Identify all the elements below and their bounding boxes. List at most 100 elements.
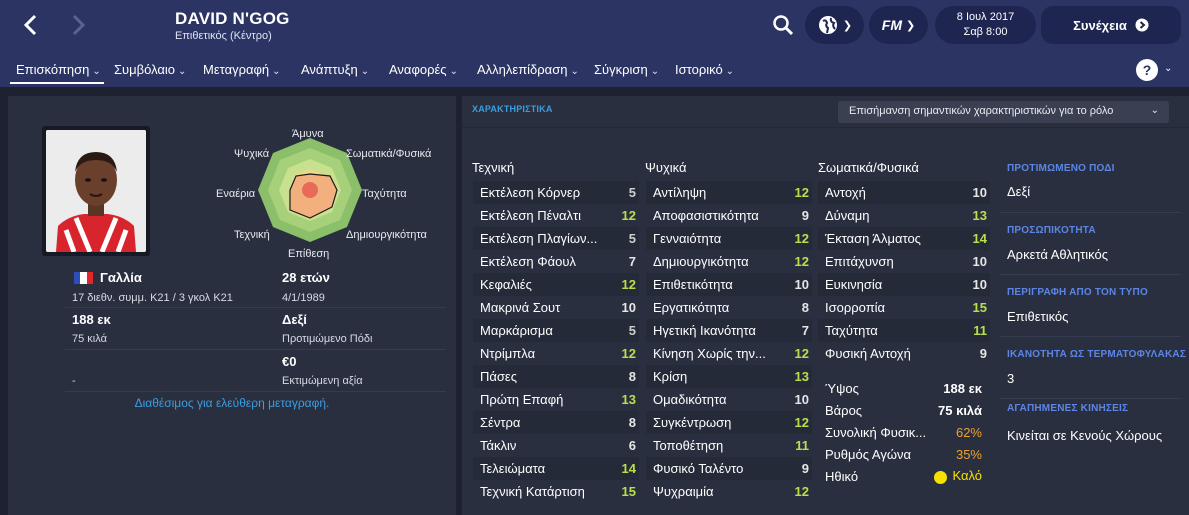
attribute-value: 8 <box>801 300 809 315</box>
divider <box>1000 336 1181 337</box>
attribute-value: 7 <box>628 254 636 269</box>
attribute-row[interactable]: Ηγετική Ικανότητα 7 <box>646 319 812 342</box>
age: 28 ετών <box>282 270 330 285</box>
radar-label-speed: Ταχύτητα <box>362 188 407 200</box>
tab-interaction[interactable]: Αλληλεπίδραση ⌄ <box>477 62 579 77</box>
extra-name: Ύψος <box>825 380 859 396</box>
tab-overview[interactable]: Επισκόπηση ⌄ <box>16 62 101 77</box>
back-button[interactable] <box>15 10 45 40</box>
extra-name: Ρυθμός Αγώνα <box>825 446 911 462</box>
attribute-row[interactable]: Τελειώματα 14 <box>473 457 639 480</box>
attribute-name: Κεφαλιές <box>480 277 532 292</box>
attribute-row[interactable]: Τοποθέτηση 11 <box>646 434 812 457</box>
attribute-row[interactable]: Εργατικότητα 8 <box>646 296 812 319</box>
attribute-row[interactable]: Κρίση 13 <box>646 365 812 388</box>
attribute-name: Μακρινά Σουτ <box>480 300 561 315</box>
tab-transfer[interactable]: Μεταγραφή ⌄ <box>203 62 281 77</box>
tab-history[interactable]: Ιστορικό ⌄ <box>675 62 734 77</box>
radar-label-defence: Άμυνα <box>292 128 324 140</box>
attribute-row[interactable]: Αποφασιστικότητα 9 <box>646 204 812 227</box>
physical-extra-row: Συνολική Φυσικ... 62% <box>818 421 990 443</box>
attribute-row[interactable]: Πάσες 8 <box>473 365 639 388</box>
international-record: 17 διεθν. συμμ. K21 / 3 γκολ K21 <box>72 292 233 304</box>
tab-contract[interactable]: Συμβόλαιο ⌄ <box>114 62 186 77</box>
date-display[interactable]: 8 Ιουλ 2017 Σαβ 8:00 <box>935 6 1036 44</box>
attribute-row[interactable]: Πρώτη Επαφή 13 <box>473 388 639 411</box>
attribute-name: Επιθετικότητα <box>653 277 733 292</box>
attribute-name: Συγκέντρωση <box>653 415 732 430</box>
attribute-name: Αντοχή <box>825 185 866 200</box>
attribute-row[interactable]: Αντοχή 10 <box>818 181 990 204</box>
physical-extra-row: Ρυθμός Αγώνα 35% <box>818 443 990 465</box>
attribute-row[interactable]: Σέντρα 8 <box>473 411 639 434</box>
attribute-value: 9 <box>801 208 809 223</box>
attribute-value: 12 <box>794 346 809 361</box>
attribute-row[interactable]: Δύναμη 13 <box>818 204 990 227</box>
chevron-down-icon: ⌄ <box>725 66 735 77</box>
attribute-row[interactable]: Αντίληψη 12 <box>646 181 812 204</box>
role-highlight-dropdown[interactable]: Επισήμανση σημαντικών χαρακτηριστικών γι… <box>838 101 1169 123</box>
attribute-value: 12 <box>621 346 636 361</box>
attribute-row[interactable]: Ντρίμπλα 12 <box>473 342 639 365</box>
attribute-row[interactable]: Κίνηση Χωρίς την... 12 <box>646 342 812 365</box>
tab-comparison[interactable]: Σύγκριση ⌄ <box>594 62 659 77</box>
attribute-row[interactable]: Εκτέλεση Πλαγίων... 5 <box>473 227 639 250</box>
technical-heading: Τεχνική <box>472 160 515 175</box>
active-tab-indicator <box>10 82 104 84</box>
attribute-row[interactable]: Επιθετικότητα 10 <box>646 273 812 296</box>
attribute-value: 10 <box>972 277 987 292</box>
attribute-name: Ψυχραιμία <box>653 484 714 499</box>
attribute-row[interactable]: Δημιουργικότητα 12 <box>646 250 812 273</box>
goalkeeping-heading: ΙΚΑΝΟΤΗΤΑ ΩΣ ΤΕΡΜΑΤΟΦΥΛΑΚΑΣ <box>1007 349 1187 360</box>
attribute-row[interactable]: Γενναιότητα 12 <box>646 227 812 250</box>
attribute-value: 9 <box>801 461 809 476</box>
forward-button[interactable] <box>64 10 94 40</box>
attribute-name: Φυσική Αντοχή <box>825 346 911 361</box>
attribute-name: Κρίση <box>653 369 688 384</box>
date-of-birth: 4/1/1989 <box>282 292 325 304</box>
attribute-row[interactable]: Κεφαλιές 12 <box>473 273 639 296</box>
attribute-row[interactable]: Φυσικό Ταλέντο 9 <box>646 457 812 480</box>
help-button[interactable]: ? <box>1136 59 1158 81</box>
attribute-row[interactable]: Ψυχραιμία 12 <box>646 480 812 503</box>
chevron-down-icon[interactable]: ⌄ <box>1164 63 1172 74</box>
nation[interactable]: Γαλλία <box>100 270 142 285</box>
search-button[interactable] <box>768 10 798 40</box>
fm-logo: FM <box>881 17 902 33</box>
physical-extra-row: Ύψος 188 εκ <box>818 377 990 399</box>
current-time: Σαβ 8:00 <box>963 26 1008 38</box>
continue-button[interactable]: Συνέχεια <box>1041 6 1181 44</box>
attribute-row[interactable]: Μακρινά Σουτ 10 <box>473 296 639 319</box>
continue-label: Συνέχεια <box>1073 17 1127 33</box>
tab-reports[interactable]: Αναφορές ⌄ <box>389 62 458 77</box>
morale-indicator: Καλό <box>934 468 982 484</box>
attribute-row[interactable]: Επιτάχυνση 10 <box>818 250 990 273</box>
chevron-right-icon <box>72 14 86 36</box>
attribute-row[interactable]: Ευκινησία 10 <box>818 273 990 296</box>
attribute-row[interactable]: Έκταση Άλματος 14 <box>818 227 990 250</box>
attribute-row[interactable]: Εκτέλεση Φάουλ 7 <box>473 250 639 273</box>
fm-menu-button[interactable]: FM ❯ <box>869 6 928 44</box>
attribute-row[interactable]: Ομαδικότητα 10 <box>646 388 812 411</box>
attribute-row[interactable]: Τάκλιν 6 <box>473 434 639 457</box>
attribute-row[interactable]: Τεχνική Κατάρτιση 15 <box>473 480 639 503</box>
radar-label-attack: Επίθεση <box>288 248 330 260</box>
world-menu-button[interactable]: ❯ <box>805 6 864 44</box>
attribute-value: 5 <box>628 231 636 246</box>
empty-value: - <box>72 375 76 387</box>
media-description-value: Επιθετικός <box>1007 309 1069 324</box>
attribute-row[interactable]: Ταχύτητα 11 <box>818 319 990 342</box>
attribute-name: Εκτέλεση Φάουλ <box>480 254 576 269</box>
attribute-row[interactable]: Φυσική Αντοχή 9 <box>818 342 990 365</box>
player-portrait-image <box>46 130 146 252</box>
tab-development[interactable]: Ανάπτυξη ⌄ <box>301 62 369 77</box>
attribute-value: 12 <box>794 254 809 269</box>
attribute-name: Κίνηση Χωρίς την... <box>653 346 766 361</box>
attribute-row[interactable]: Εκτέλεση Πέναλτι 12 <box>473 204 639 227</box>
transfer-status-link[interactable]: Διαθέσιμος για ελεύθερη μεταγραφή. <box>8 396 456 410</box>
attribute-row[interactable]: Συγκέντρωση 12 <box>646 411 812 434</box>
attribute-row[interactable]: Ισορροπία 15 <box>818 296 990 319</box>
attribute-row[interactable]: Εκτέλεση Κόρνερ 5 <box>473 181 639 204</box>
attribute-value: 13 <box>972 208 987 223</box>
attribute-row[interactable]: Μαρκάρισμα 5 <box>473 319 639 342</box>
